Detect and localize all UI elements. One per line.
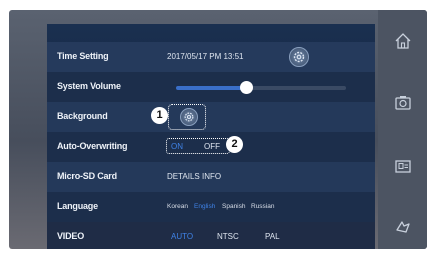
home-icon[interactable] xyxy=(392,30,414,52)
monitor-icon[interactable] xyxy=(392,155,414,177)
callout-1-number: 1 xyxy=(151,107,168,124)
time-setting-gear-icon[interactable] xyxy=(289,47,309,67)
device-screen: Time Setting 2017/05/17 PM 13:51 System … xyxy=(9,10,427,249)
video-row: VIDEO AUTO NTSC PAL xyxy=(47,222,375,249)
system-volume-label: System Volume xyxy=(57,81,121,91)
time-setting-row[interactable]: Time Setting 2017/05/17 PM 13:51 xyxy=(47,42,375,72)
camera-icon[interactable] xyxy=(392,92,414,114)
background-row: Background xyxy=(47,102,375,132)
settings-panel: Time Setting 2017/05/17 PM 13:51 System … xyxy=(47,24,375,249)
video-option-pal[interactable]: PAL xyxy=(265,232,280,241)
volume-slider-handle[interactable] xyxy=(240,81,253,94)
video-option-auto[interactable]: AUTO xyxy=(171,232,193,241)
volume-slider-fill[interactable] xyxy=(176,86,246,90)
callout-1-box xyxy=(168,104,206,130)
language-option-english[interactable]: English xyxy=(194,203,215,210)
language-option-russian[interactable]: Russian xyxy=(251,203,274,210)
time-setting-label: Time Setting xyxy=(57,51,109,61)
language-row: Language Korean English Spanish Russian xyxy=(47,192,375,222)
volume-slider-track[interactable] xyxy=(246,86,346,90)
language-option-spanish[interactable]: Spanish xyxy=(222,203,246,210)
micro-sd-details-link[interactable]: DETAILS INFO xyxy=(167,172,221,181)
video-label: VIDEO xyxy=(57,231,85,241)
micro-sd-row: Micro-SD Card DETAILS INFO xyxy=(47,162,375,192)
auto-overwriting-label: Auto-Overwriting xyxy=(57,141,128,151)
language-option-korean[interactable]: Korean xyxy=(167,203,188,210)
micro-sd-label: Micro-SD Card xyxy=(57,171,117,181)
callout-2-box xyxy=(166,138,230,154)
background-label: Background xyxy=(57,111,108,121)
system-volume-row: System Volume xyxy=(47,72,375,102)
time-setting-value: 2017/05/17 PM 13:51 xyxy=(167,52,244,61)
callout-2-number: 2 xyxy=(226,136,243,153)
language-label: Language xyxy=(57,201,98,211)
back-icon[interactable] xyxy=(392,215,414,237)
sidebar xyxy=(378,10,427,249)
video-option-ntsc[interactable]: NTSC xyxy=(217,232,239,241)
